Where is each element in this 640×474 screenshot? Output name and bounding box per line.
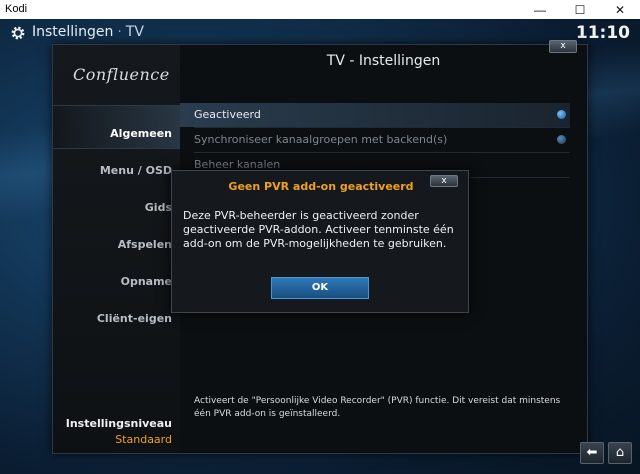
sidebar-item-afspelen[interactable]: Afspelen (57, 230, 172, 260)
settings-close-button[interactable]: x (549, 40, 577, 53)
minimize-button[interactable]: — (520, 0, 560, 19)
dialog-title: Geen PVR add-on geactiveerd (228, 180, 414, 193)
pvr-dialog: Geen PVR add-on geactiveerd x Deze PVR-b… (171, 170, 469, 313)
sidebar-item-menu-osd[interactable]: Menu / OSD (57, 156, 172, 186)
maximize-button[interactable]: ☐ (560, 0, 600, 19)
header-section: Instellingen (32, 24, 114, 40)
window-title: Kodi (5, 3, 28, 15)
ok-button[interactable]: OK (271, 277, 369, 299)
setting-geactiveerd[interactable]: Geactiveerd (180, 103, 570, 127)
setting-synchroniseer[interactable]: Synchroniseer kanaalgroepen met backend(… (180, 128, 570, 152)
sidebar: Confluence Algemeen Menu / OSD Gids Afsp… (53, 45, 180, 453)
radio-on-icon[interactable] (557, 135, 566, 144)
setting-label: Geactiveerd (194, 108, 261, 121)
dialog-close-button[interactable]: x (430, 175, 458, 187)
dialog-message: Deze PVR-beheerder is geactiveerd zonder… (183, 209, 454, 250)
sidebar-item-algemeen[interactable]: Algemeen (57, 119, 172, 149)
close-window-button[interactable]: ✕ (600, 0, 640, 19)
setting-description: Activeert de "Persoonlijke Video Recorde… (194, 396, 561, 419)
clock: 11:10 (575, 23, 630, 43)
header-separator: · (117, 24, 122, 40)
settings-level-label: Instellingsniveau (65, 417, 172, 430)
radio-on-icon[interactable] (557, 110, 566, 119)
page-title: Instellingen · TV (32, 24, 144, 40)
window-titlebar: Kodi — ☐ ✕ (0, 0, 640, 19)
setting-label: Synchroniseer kanaalgroepen met backend(… (194, 133, 448, 146)
header-subsection: TV (125, 24, 144, 40)
sidebar-item-client-eigen[interactable]: Cliënt-eigen (57, 304, 172, 334)
back-arrow-icon[interactable]: ⬅ (580, 442, 604, 464)
content-title: TV - Instellingen (326, 53, 441, 69)
sidebar-item-opname[interactable]: Opname (57, 267, 172, 297)
confluence-logo: Confluence (73, 65, 170, 84)
settings-level-value[interactable]: Standaard (115, 433, 172, 446)
gear-icon (11, 26, 25, 40)
kodi-screen: Instellingen · TV 11:10 Confluence Algemee… (0, 19, 640, 474)
sidebar-item-gids[interactable]: Gids (57, 193, 172, 223)
home-icon[interactable]: ⌂ (608, 442, 632, 464)
